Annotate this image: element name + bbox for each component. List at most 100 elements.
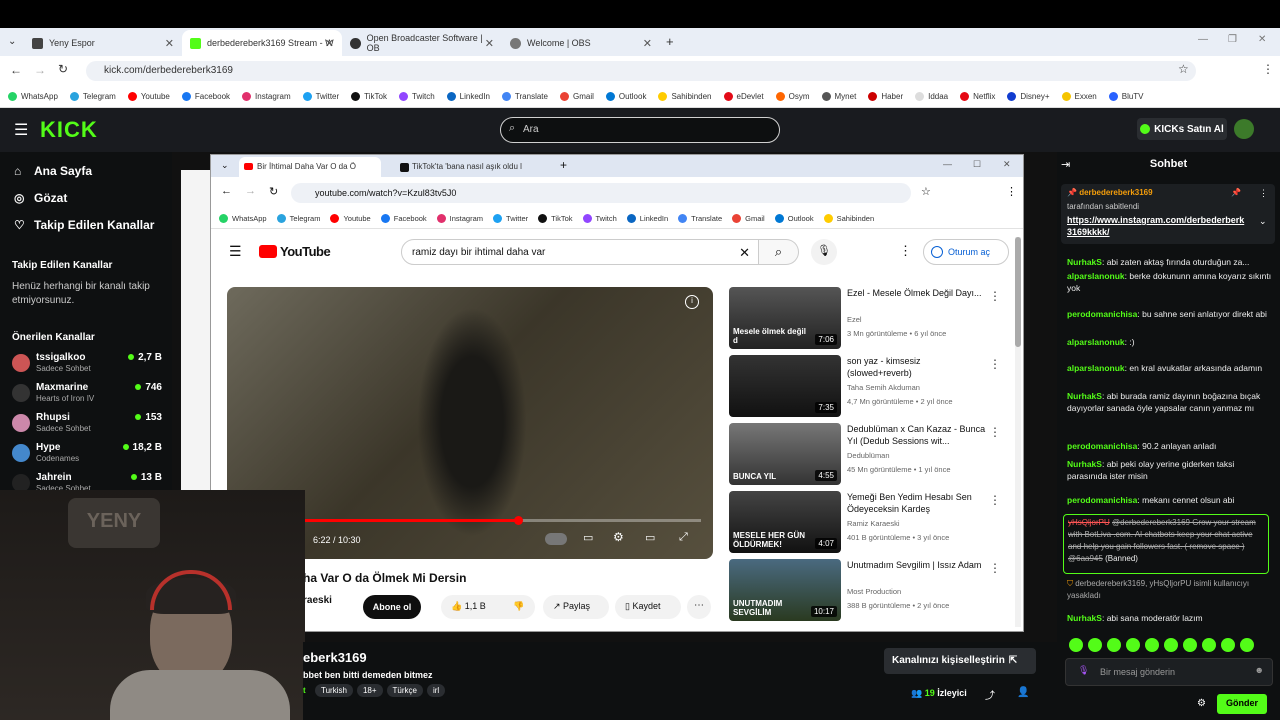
- search-input[interactable]: ⌕ Ara: [500, 117, 780, 143]
- tab-list-icon[interactable]: ⌄: [221, 160, 229, 171]
- related-video[interactable]: UNUTMADIM SEVGİLİM 10:17 Unutmadım Sevgili…: [729, 559, 1009, 623]
- menu-icon[interactable]: ⋮: [1006, 185, 1017, 198]
- share-button[interactable]: ↗ Paylaş: [543, 595, 609, 619]
- forward-icon[interactable]: →: [245, 185, 256, 197]
- send-button[interactable]: Gönder: [1217, 694, 1267, 714]
- video-thumbnail[interactable]: BUNCA YIL 4:55: [729, 423, 841, 485]
- video-thumbnail[interactable]: Mesele ölmek değil d 7:06: [729, 287, 841, 349]
- chat-username[interactable]: perodomanichisa: [1067, 441, 1137, 451]
- chat-username[interactable]: NurhakS: [1067, 391, 1102, 401]
- mic-button[interactable]: 🎙: [811, 239, 837, 265]
- autoplay-toggle[interactable]: [545, 533, 567, 545]
- youtube-logo[interactable]: YouTube: [259, 244, 331, 259]
- info-icon[interactable]: i: [685, 295, 699, 309]
- inner-bookmark-linkedin[interactable]: LinkedIn: [626, 214, 668, 223]
- video-title[interactable]: Unutmadım Sevgilim | Issız Adam: [847, 559, 987, 571]
- bookmark-youtube[interactable]: Youtube: [127, 92, 170, 101]
- stream-tag[interactable]: Türkçe: [386, 684, 423, 697]
- video-channel[interactable]: Taha Semih Akduman: [847, 383, 920, 392]
- bookmark-instagram[interactable]: Instagram: [242, 92, 291, 101]
- inner-bookmark-tiktok[interactable]: TikTok: [538, 214, 573, 223]
- expand-icon[interactable]: ⌄: [1259, 216, 1267, 227]
- chat-settings-icon[interactable]: ⚙: [1197, 698, 1206, 709]
- kick-logo[interactable]: KICK: [40, 117, 98, 143]
- chat-username[interactable]: NurhakS: [1067, 257, 1102, 267]
- window-close-button[interactable]: ✕: [1003, 159, 1011, 170]
- hamburger-icon[interactable]: ☰: [14, 120, 28, 140]
- more-icon[interactable]: ⋮: [989, 425, 1001, 439]
- chat-username[interactable]: alparslanonuk: [1067, 363, 1125, 373]
- more-icon[interactable]: ⋮: [989, 561, 1001, 575]
- tab-kick[interactable]: derbedereberk3169 Stream - W ✕: [182, 30, 342, 56]
- pinned-message[interactable]: 📌 derbedereberk3169 tarafından sabitlend…: [1061, 184, 1275, 244]
- emote-icon[interactable]: [1202, 638, 1216, 652]
- back-icon[interactable]: ←: [221, 185, 232, 197]
- inner-bookmark-youtube[interactable]: Youtube: [330, 214, 371, 223]
- emote-icon[interactable]: [1240, 638, 1254, 652]
- bookmark-edevlet[interactable]: eDevlet: [723, 92, 764, 101]
- more-icon[interactable]: ⋮: [1259, 188, 1268, 199]
- stream-channel-name[interactable]: eberk3169: [303, 650, 367, 665]
- new-tab-button[interactable]: +: [666, 34, 674, 49]
- minimize-button[interactable]: —: [943, 159, 952, 169]
- nav-home[interactable]: ⌂ Ana Sayfa: [14, 164, 92, 178]
- channel-name[interactable]: raeski: [303, 595, 332, 606]
- bookmark-whatsapp[interactable]: WhatsApp: [8, 92, 58, 101]
- star-icon[interactable]: ☆: [1178, 62, 1189, 76]
- stream-tag[interactable]: 18+: [356, 684, 383, 697]
- related-video[interactable]: BUNCA YIL 4:55 Dedublüman x Can Kazaz - Bu…: [729, 423, 1009, 487]
- nav-browse[interactable]: ◎ Gözat: [14, 191, 67, 205]
- reload-icon[interactable]: ↻: [269, 185, 278, 198]
- youtube-search-input[interactable]: ramiz dayı bir ihtimal daha var ✕: [401, 239, 759, 265]
- bookmark-tiktok[interactable]: TikTok: [351, 92, 387, 101]
- chat-username[interactable]: NurhakS: [1067, 459, 1102, 469]
- video-thumbnail[interactable]: UNUTMADIM SEVGİLİM 10:17: [729, 559, 841, 621]
- video-channel[interactable]: Ezel: [847, 315, 862, 324]
- related-video[interactable]: MESELE HER GÜN ÖLDÜRMEK! 4:07 Yemeği Ben Y…: [729, 491, 1009, 555]
- inner-bookmark-instagram[interactable]: Instagram: [436, 214, 483, 223]
- maximize-button[interactable]: ❐: [1228, 34, 1237, 45]
- inner-bookmark-twitch[interactable]: Twitch: [582, 214, 617, 223]
- signin-button[interactable]: Oturum aç: [923, 239, 1009, 265]
- hamburger-icon[interactable]: ☰: [229, 243, 242, 260]
- close-icon[interactable]: ✕: [485, 37, 494, 50]
- nav-following[interactable]: ♡ Takip Edilen Kanallar: [14, 218, 154, 232]
- category-tag[interactable]: t: [303, 686, 306, 695]
- inner-tab-youtube[interactable]: Bir İhtimal Daha Var O da Ö: [239, 157, 381, 177]
- emote-icon[interactable]: [1145, 638, 1159, 652]
- related-video[interactable]: 7:35 son yaz - kimsesiz (slowed+reverb) Ta…: [729, 355, 1009, 419]
- video-thumbnail[interactable]: 7:35: [729, 355, 841, 417]
- share-icon[interactable]: ⤴: [985, 687, 995, 702]
- inner-bookmark-facebook[interactable]: Facebook: [380, 214, 427, 223]
- scrollbar[interactable]: [1015, 237, 1021, 627]
- clear-icon[interactable]: ✕: [739, 245, 750, 261]
- bookmark-blutv[interactable]: BluTV: [1108, 92, 1144, 101]
- bookmark-facebook[interactable]: Facebook: [181, 92, 230, 101]
- bookmark-disney[interactable]: Disney+: [1007, 92, 1050, 101]
- close-icon[interactable]: ✕: [643, 37, 652, 50]
- close-icon[interactable]: ✕: [165, 37, 174, 50]
- customize-channel-button[interactable]: Kanalınızı kişiselleştirin ⇱: [884, 648, 1036, 674]
- user-avatar[interactable]: [1234, 119, 1254, 139]
- chat-username[interactable]: alparslanonuk: [1067, 271, 1125, 281]
- save-button[interactable]: ▯ Kaydet: [615, 595, 681, 619]
- youtube-search-button[interactable]: ⌕: [759, 239, 799, 265]
- recommended-channel[interactable]: Hype Codenames 18,2 B: [12, 442, 162, 468]
- inner-bookmark-twitter[interactable]: Twitter: [493, 214, 528, 223]
- bookmark-linkedin[interactable]: LinkedIn: [446, 92, 490, 101]
- inner-bookmark-whatsapp[interactable]: WhatsApp: [219, 214, 267, 223]
- emote-icon[interactable]: [1164, 638, 1178, 652]
- bookmark-exxen[interactable]: Exxen: [1061, 92, 1097, 101]
- menu-icon[interactable]: ⋮: [1262, 62, 1274, 76]
- progress-scrubber[interactable]: [514, 516, 523, 525]
- bookmark-outlook[interactable]: Outlook: [605, 92, 646, 101]
- bookmark-netflix[interactable]: Netflix: [960, 92, 995, 101]
- tab-yeny[interactable]: Yeny Espor ✕: [24, 30, 182, 56]
- stream-tag[interactable]: irl: [426, 684, 446, 697]
- close-icon[interactable]: ✕: [325, 37, 334, 50]
- related-video[interactable]: Mesele ölmek değil d 7:06 Ezel - Mesele Öl…: [729, 287, 1009, 351]
- bookmark-telegram[interactable]: Telegram: [69, 92, 116, 101]
- more-icon[interactable]: ⋮: [989, 357, 1001, 371]
- more-icon[interactable]: ⋮: [989, 289, 1001, 303]
- video-channel[interactable]: Ramiz Karaeski: [847, 519, 900, 528]
